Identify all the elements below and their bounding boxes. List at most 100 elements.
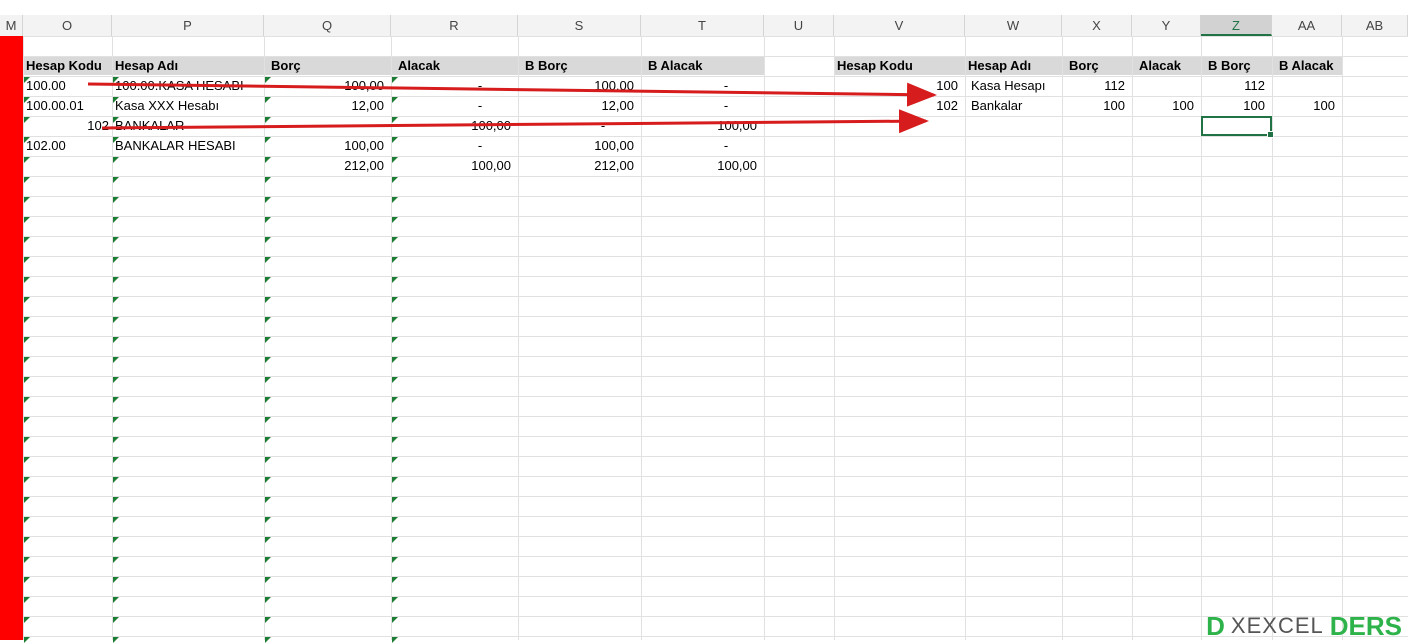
error-indicator-icon bbox=[265, 417, 271, 423]
left-cell-code[interactable]: 102 bbox=[23, 116, 112, 136]
right-cell-code[interactable]: 100 bbox=[834, 76, 965, 96]
left-total-borc[interactable]: 212,00 bbox=[264, 156, 391, 176]
error-indicator-icon bbox=[265, 537, 271, 543]
error-indicator-icon bbox=[265, 137, 271, 143]
logo-text: XEXCEL bbox=[1230, 613, 1324, 638]
error-indicator-icon bbox=[24, 537, 30, 543]
right-header-hesap-kodu[interactable]: Hesap Kodu bbox=[834, 56, 965, 76]
col-header-V[interactable]: V bbox=[834, 15, 965, 36]
right-cell-name[interactable]: Kasa Hesapı bbox=[968, 76, 1062, 96]
error-indicator-icon bbox=[113, 377, 119, 383]
left-cell-name[interactable]: Kasa XXX Hesabı bbox=[112, 96, 264, 116]
left-total-alacak[interactable]: 100,00 bbox=[391, 156, 518, 176]
error-indicator-icon bbox=[113, 397, 119, 403]
error-indicator-icon bbox=[265, 637, 271, 643]
left-cell-b-alacak[interactable]: 100,00 bbox=[641, 116, 764, 136]
right-cell-b-borc[interactable]: 112 bbox=[1201, 76, 1272, 96]
col-header-AB[interactable]: AB bbox=[1342, 15, 1408, 36]
left-total-b-borc[interactable]: 212,00 bbox=[518, 156, 641, 176]
col-header-X[interactable]: X bbox=[1062, 15, 1132, 36]
error-indicator-icon bbox=[392, 237, 398, 243]
error-indicator-icon bbox=[265, 97, 271, 103]
left-cell-b-alacak[interactable]: - bbox=[641, 136, 811, 156]
error-indicator-icon bbox=[265, 317, 271, 323]
error-indicator-icon bbox=[265, 277, 271, 283]
left-header-borc[interactable]: Borç bbox=[268, 56, 391, 76]
error-indicator-icon bbox=[392, 577, 398, 583]
red-highlight-column bbox=[0, 36, 23, 640]
right-header-b-borc[interactable]: B Borç bbox=[1205, 56, 1272, 76]
left-cell-borc[interactable]: 100,00 bbox=[264, 76, 391, 96]
fill-handle[interactable] bbox=[1267, 131, 1274, 138]
col-header-U[interactable]: U bbox=[764, 15, 834, 36]
left-cell-b-borc[interactable]: 100,00 bbox=[518, 76, 641, 96]
right-cell-b-alacak[interactable]: 100 bbox=[1272, 96, 1342, 116]
right-cell-code[interactable]: 102 bbox=[834, 96, 965, 116]
error-indicator-icon bbox=[265, 257, 271, 263]
right-cell-b-borc[interactable]: 100 bbox=[1201, 96, 1272, 116]
col-header-R[interactable]: R bbox=[391, 15, 518, 36]
left-cell-code[interactable]: 102.00 bbox=[23, 136, 112, 156]
right-cell-name[interactable]: Bankalar bbox=[968, 96, 1062, 116]
error-indicator-icon bbox=[113, 277, 119, 283]
right-header-hesap-adi[interactable]: Hesap Adı bbox=[965, 56, 1062, 76]
grid-row-line bbox=[0, 356, 1408, 357]
left-cell-b-alacak[interactable]: - bbox=[641, 76, 811, 96]
col-header-W[interactable]: W bbox=[965, 15, 1062, 36]
error-indicator-icon bbox=[113, 137, 119, 143]
left-cell-code[interactable]: 100.00.01 bbox=[23, 96, 112, 116]
error-indicator-icon bbox=[113, 457, 119, 463]
error-indicator-icon bbox=[24, 417, 30, 423]
error-indicator-icon bbox=[113, 597, 119, 603]
col-header-T[interactable]: T bbox=[641, 15, 764, 36]
right-header-alacak[interactable]: Alacak bbox=[1136, 56, 1201, 76]
col-header-Y[interactable]: Y bbox=[1132, 15, 1201, 36]
left-cell-code[interactable]: 100.00 bbox=[23, 76, 112, 96]
error-indicator-icon bbox=[24, 577, 30, 583]
left-cell-borc[interactable] bbox=[264, 116, 391, 136]
left-cell-borc[interactable]: 12,00 bbox=[264, 96, 391, 116]
left-total-b-alacak[interactable]: 100,00 bbox=[641, 156, 764, 176]
left-cell-name[interactable]: 100.00.KASA HESABI bbox=[112, 76, 264, 96]
right-cell-alacak[interactable] bbox=[1132, 76, 1201, 96]
grid-row-line bbox=[0, 336, 1408, 337]
col-header-AA[interactable]: AA bbox=[1272, 15, 1342, 36]
error-indicator-icon bbox=[113, 157, 119, 163]
grid-row-line bbox=[0, 536, 1408, 537]
grid-row-line bbox=[0, 296, 1408, 297]
error-indicator-icon bbox=[113, 97, 119, 103]
left-cell-b-alacak[interactable]: - bbox=[641, 96, 811, 116]
error-indicator-icon bbox=[265, 497, 271, 503]
left-header-hesap-kodu[interactable]: Hesap Kodu bbox=[23, 56, 112, 76]
grid-column-line bbox=[1272, 36, 1273, 640]
grid-row-line bbox=[0, 316, 1408, 317]
left-header-hesap-adi[interactable]: Hesap Adı bbox=[112, 56, 264, 76]
grid-row-line bbox=[0, 276, 1408, 277]
col-header-O[interactable]: O bbox=[23, 15, 112, 36]
error-indicator-icon bbox=[392, 637, 398, 643]
right-cell-b-alacak[interactable] bbox=[1272, 76, 1342, 96]
left-cell-b-borc[interactable]: 100,00 bbox=[518, 136, 641, 156]
col-header-M[interactable]: M bbox=[0, 15, 23, 36]
right-header-b-alacak[interactable]: B Alacak bbox=[1276, 56, 1342, 76]
right-cell-borc[interactable]: 112 bbox=[1062, 76, 1132, 96]
left-cell-name[interactable]: BANKALAR bbox=[112, 116, 264, 136]
right-header-borc[interactable]: Borç bbox=[1066, 56, 1132, 76]
col-header-Q[interactable]: Q bbox=[264, 15, 391, 36]
right-cell-alacak[interactable]: 100 bbox=[1132, 96, 1201, 116]
left-header-alacak[interactable]: Alacak bbox=[395, 56, 518, 76]
grid-row-line bbox=[0, 236, 1408, 237]
left-header-b-alacak[interactable]: B Alacak bbox=[645, 56, 764, 76]
left-cell-borc[interactable]: 100,00 bbox=[264, 136, 391, 156]
left-cell-name[interactable]: BANKALAR HESABI bbox=[112, 136, 264, 156]
left-cell-alacak[interactable]: 100,00 bbox=[391, 116, 518, 136]
selected-cell[interactable] bbox=[1201, 116, 1274, 138]
col-header-S[interactable]: S bbox=[518, 15, 641, 36]
error-indicator-icon bbox=[24, 477, 30, 483]
col-header-Z[interactable]: Z bbox=[1201, 15, 1272, 36]
left-header-b-borc[interactable]: B Borç bbox=[522, 56, 641, 76]
error-indicator-icon bbox=[392, 397, 398, 403]
right-cell-borc[interactable]: 100 bbox=[1062, 96, 1132, 116]
col-header-P[interactable]: P bbox=[112, 15, 264, 36]
left-cell-b-borc[interactable]: 12,00 bbox=[518, 96, 641, 116]
